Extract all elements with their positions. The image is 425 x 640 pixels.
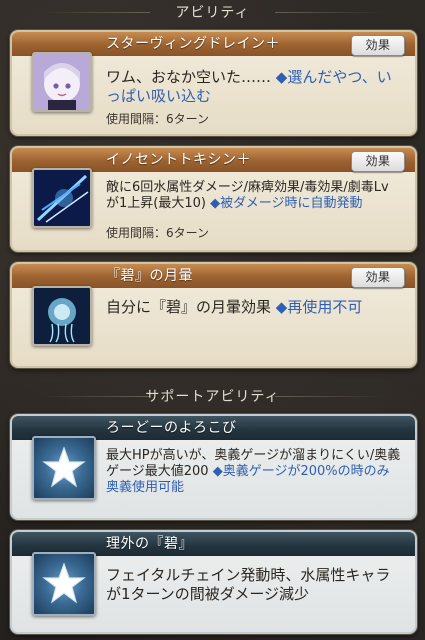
ability-card-3[interactable]: 『碧』の月暈 効果 自分に『碧』の月暈効果 ◆再使用不可 [10,262,417,368]
support-section-title: サポートアビリティ [0,386,425,406]
effect-button[interactable]: 効果 [351,267,405,288]
ability-name: イノセントトキシン＋ [106,152,251,168]
abilities-section-title-text: アビリティ [175,5,250,21]
ability-desc: 敵に6回水属性ダメージ/麻痺効果/毒効果/劇毒Lvが1上昇(最大10) ◆被ダメ… [106,180,401,212]
ability-desc-highlight: ◆再使用不可 [275,298,363,316]
ability-desc: ワム、おなか空いた…… ◆選んだやつ、いっぱい吸い込む [106,68,401,106]
ability-desc-main: 自分に『碧』の月暈効果 [106,298,272,316]
ability-name: 『碧』の月暈 [106,268,193,284]
ability-card-1[interactable]: スターヴィングドレイン＋ 効果 ワム、おなか空いた…… ◆選んだやつ、いっぱい吸… [10,30,417,136]
ability-desc: 自分に『碧』の月暈効果 ◆再使用不可 [106,298,401,317]
support-card-2[interactable]: 理外の『碧』 フェイタルチェイン発動時、水属性キャラが1ターンの間被ダメージ減少 [10,530,417,634]
water-slash-icon [32,168,92,228]
ability-name: スターヴィングドレイン＋ [106,36,280,52]
ability-cooldown: 使用間隔：6ターン [106,226,210,240]
support-name: ろーどーのよろこび [106,420,237,436]
abilities-section-title: アビリティ [0,2,425,22]
star-icon [32,436,96,500]
effect-button[interactable]: 効果 [351,35,405,56]
ability-desc-main: ワム、おなか空いた…… [106,68,272,86]
support-desc: フェイタルチェイン発動時、水属性キャラが1ターンの間被ダメージ減少 [106,566,401,604]
ability-card-2[interactable]: イノセントトキシン＋ 効果 敵に6回水属性ダメージ/麻痺効果/毒効果/劇毒Lvが… [10,146,417,252]
support-name: 理外の『碧』 [106,536,193,552]
support-desc: 最大HPが高いが、奥義ゲージが溜まりにくい/奥義ゲージ最大値200 ◆奥義ゲージ… [106,448,401,496]
support-card-1[interactable]: ろーどーのよろこび 最大HPが高いが、奥義ゲージが溜まりにくい/奥義ゲージ最大値… [10,414,417,520]
ability-desc-highlight: ◆被ダメージ時に自動発動 [210,196,363,211]
ability-card-3-header: 『碧』の月暈 効果 [12,264,415,288]
support-section-title-text: サポートアビリティ [145,389,280,405]
ability-cooldown: 使用間隔：6ターン [106,112,210,126]
jellyfish-icon [32,286,92,346]
support-desc-main: フェイタルチェイン発動時、水属性キャラが1ターンの間被ダメージ減少 [106,566,391,603]
chibi-character-icon [32,52,92,112]
star-icon [32,552,96,616]
effect-button[interactable]: 効果 [351,151,405,172]
